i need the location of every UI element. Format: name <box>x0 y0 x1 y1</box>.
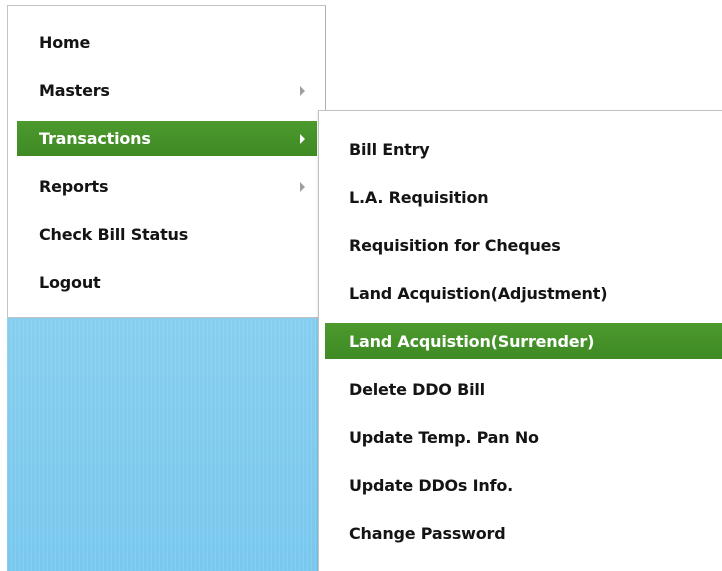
submenu-item-label: L.A. Requisition <box>349 187 489 207</box>
main-menu: Home Masters Transactions Reports Check … <box>7 5 326 318</box>
submenu-item-delete-ddo-bill[interactable]: Delete DDO Bill <box>325 371 722 407</box>
menu-item-masters[interactable]: Masters <box>17 73 317 108</box>
menu-item-label: Reports <box>39 177 109 196</box>
menu-item-logout[interactable]: Logout <box>17 265 317 300</box>
submenu-item-label: Bill Entry <box>349 139 430 159</box>
menu-item-label: Transactions <box>39 129 151 148</box>
menu-item-label: Masters <box>39 81 110 100</box>
submenu-item-land-acquisition-surrender[interactable]: Land Acquistion(Surrender) <box>325 323 722 359</box>
submenu-item-label: Requisition for Cheques <box>349 235 561 255</box>
submenu-item-bill-entry[interactable]: Bill Entry <box>325 131 722 167</box>
menu-item-label: Home <box>39 33 91 52</box>
submenu-item-label: Change Password <box>349 523 506 543</box>
caret-right-icon <box>300 181 305 192</box>
menu-item-label: Logout <box>39 273 101 292</box>
transactions-submenu: Bill Entry L.A. Requisition Requisition … <box>318 110 722 571</box>
submenu-item-land-acquisition-adjustment[interactable]: Land Acquistion(Adjustment) <box>325 275 722 311</box>
submenu-item-label: Land Acquistion(Adjustment) <box>349 283 608 303</box>
caret-right-icon <box>300 133 305 144</box>
menu-item-reports[interactable]: Reports <box>17 169 317 204</box>
submenu-item-la-requisition[interactable]: L.A. Requisition <box>325 179 722 215</box>
submenu-item-requisition-for-cheques[interactable]: Requisition for Cheques <box>325 227 722 263</box>
submenu-item-label: Update Temp. Pan No <box>349 427 539 447</box>
submenu-item-change-password[interactable]: Change Password <box>325 515 722 551</box>
background-panel <box>7 318 325 571</box>
menu-item-check-bill-status[interactable]: Check Bill Status <box>17 217 317 252</box>
submenu-item-update-ddos-info[interactable]: Update DDOs Info. <box>325 467 722 503</box>
menu-item-home[interactable]: Home <box>17 25 317 60</box>
menu-item-transactions[interactable]: Transactions <box>17 121 317 156</box>
submenu-item-label: Land Acquistion(Surrender) <box>349 331 595 351</box>
menu-item-label: Check Bill Status <box>39 225 189 244</box>
submenu-item-label: Delete DDO Bill <box>349 379 485 399</box>
submenu-item-update-temp-pan-no[interactable]: Update Temp. Pan No <box>325 419 722 455</box>
caret-right-icon <box>300 85 305 96</box>
submenu-item-label: Update DDOs Info. <box>349 475 513 495</box>
